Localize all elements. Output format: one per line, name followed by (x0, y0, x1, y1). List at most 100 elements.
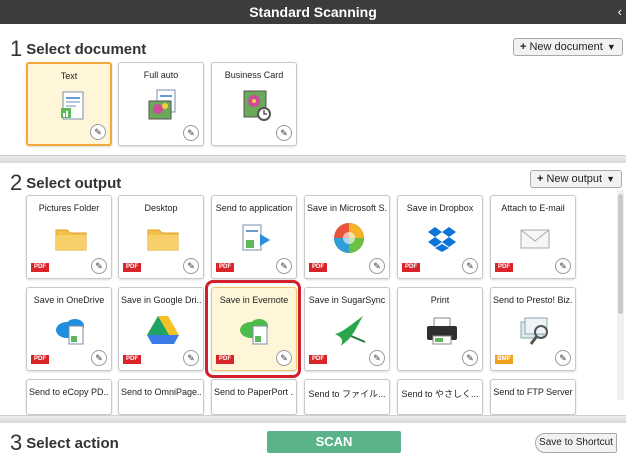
scrollbar-thumb[interactable] (618, 194, 623, 314)
output-card-send-to-application[interactable]: Send to application PDF ✎ (211, 195, 297, 279)
output-card-send-to-presto[interactable]: Send to Presto! Biz... BMP ✎ (490, 287, 576, 371)
card-label: Business Card (224, 70, 284, 80)
edit-pencil-icon[interactable]: ✎ (90, 124, 106, 140)
output-scrollbar[interactable] (617, 190, 624, 400)
card-label: Send to ファイル... (308, 389, 386, 399)
pdf-badge: PDF (31, 355, 49, 364)
section-number: 1 (10, 36, 23, 61)
edit-pencil-icon[interactable]: ✎ (183, 258, 199, 274)
card-label: Save in Dropbox (406, 203, 474, 213)
output-card-desktop[interactable]: Desktop PDF ✎ (118, 195, 204, 279)
edit-pencil-icon[interactable]: ✎ (555, 258, 571, 274)
section-divider (0, 155, 626, 163)
pdf-badge: PDF (495, 263, 513, 272)
google-drive-icon (147, 316, 179, 344)
text-document-icon (61, 91, 84, 120)
title-bar: Standard Scanning ‹ (0, 0, 626, 24)
collapse-icon[interactable]: ‹ (618, 0, 622, 24)
pdf-badge: PDF (309, 355, 327, 364)
dropdown-arrow-icon: ▼ (606, 42, 616, 52)
section-divider (0, 415, 626, 423)
output-card-send-to-file[interactable]: Send to ファイル... (304, 379, 390, 415)
section-select-action: 3 Select action (10, 430, 119, 456)
output-card-save-in-dropbox[interactable]: Save in Dropbox PDF ✎ (397, 195, 483, 279)
edit-pencil-icon[interactable]: ✎ (91, 258, 107, 274)
card-label: Send to やさしく... (401, 389, 479, 399)
plus-icon: + (537, 173, 544, 185)
section-number: 3 (10, 430, 23, 455)
section-label: Select document (26, 41, 147, 58)
edit-pencil-icon[interactable]: ✎ (183, 125, 199, 141)
email-envelope-icon (520, 229, 550, 249)
output-card-send-to-ftp-server[interactable]: Send to FTP Server (490, 379, 576, 415)
new-output-button[interactable]: + New output ▼ (530, 170, 623, 188)
scan-button[interactable]: SCAN (267, 431, 401, 453)
pdf-badge: PDF (123, 355, 141, 364)
section-label: Select output (26, 175, 122, 192)
sharepoint-icon (334, 223, 364, 253)
card-label: Save in Google Dri... (121, 295, 201, 305)
pdf-badge: PDF (309, 263, 327, 272)
presto-bizcard-icon (520, 317, 548, 345)
card-label: Save in OneDrive (33, 295, 105, 305)
pdf-badge: PDF (31, 263, 49, 272)
onedrive-icon (56, 319, 84, 345)
pdf-badge: PDF (216, 263, 234, 272)
output-card-save-in-sugarsync[interactable]: Save in SugarSync PDF ✎ (304, 287, 390, 371)
document-card-business-card[interactable]: Business Card ✎ (211, 62, 297, 146)
card-label: Pictures Folder (38, 203, 100, 213)
card-label: Send to Presto! Biz... (493, 295, 573, 305)
output-card-send-to-paperport[interactable]: Send to PaperPort ... (211, 379, 297, 415)
highlight-frame (205, 280, 301, 378)
new-output-label: New output (546, 173, 603, 185)
sugarsync-hummingbird-icon (335, 316, 366, 346)
new-document-button[interactable]: + New document ▼ (513, 38, 623, 56)
plus-icon: + (520, 41, 527, 53)
card-label: Send to OmniPage... (121, 387, 201, 397)
output-card-save-in-microsoft-sharepoint[interactable]: Save in Microsoft S... PDF ✎ (304, 195, 390, 279)
pdf-badge: PDF (402, 263, 420, 272)
edit-pencil-icon[interactable]: ✎ (91, 350, 107, 366)
card-label: Print (430, 295, 450, 305)
printer-icon (427, 317, 457, 345)
section-select-output: 2 Select output (10, 170, 121, 196)
edit-pencil-icon[interactable]: ✎ (462, 350, 478, 366)
edit-pencil-icon[interactable]: ✎ (555, 350, 571, 366)
output-card-save-in-onedrive[interactable]: Save in OneDrive PDF ✎ (26, 287, 112, 371)
edit-pencil-icon[interactable]: ✎ (369, 258, 385, 274)
output-card-attach-to-email[interactable]: Attach to E-mail PDF ✎ (490, 195, 576, 279)
save-to-shortcut-button[interactable]: Save to Shortcut (535, 433, 617, 453)
output-card-save-in-google-drive[interactable]: Save in Google Dri... PDF ✎ (118, 287, 204, 371)
edit-pencil-icon[interactable]: ✎ (369, 350, 385, 366)
card-label: Send to FTP Server (493, 387, 573, 397)
folder-icon (55, 229, 87, 251)
card-label: Full auto (143, 70, 179, 80)
output-card-send-to-omnipage[interactable]: Send to OmniPage... (118, 379, 204, 415)
card-label: Save in SugarSync (308, 295, 386, 305)
section-select-document: 1 Select document (10, 36, 146, 62)
section-label: Select action (26, 435, 119, 452)
card-label: Text (60, 71, 78, 81)
dropbox-icon (428, 227, 456, 252)
output-card-pictures-folder[interactable]: Pictures Folder PDF ✎ (26, 195, 112, 279)
output-card-send-to-ecopy[interactable]: Send to eCopy PD... (26, 379, 112, 415)
output-card-send-to-yasashiku[interactable]: Send to やさしく... (397, 379, 483, 415)
card-label: Send to application (215, 203, 293, 213)
output-card-print[interactable]: Print ✎ (397, 287, 483, 371)
window-title: Standard Scanning (249, 4, 377, 20)
new-document-label: New document (529, 41, 603, 53)
edit-pencil-icon[interactable]: ✎ (276, 258, 292, 274)
pdf-badge: PDF (123, 263, 141, 272)
card-label: Send to PaperPort ... (214, 387, 294, 397)
full-auto-icon (148, 89, 176, 120)
document-card-text[interactable]: Text ✎ (26, 62, 112, 146)
edit-pencil-icon[interactable]: ✎ (276, 125, 292, 141)
edit-pencil-icon[interactable]: ✎ (183, 350, 199, 366)
document-card-full-auto[interactable]: Full auto ✎ (118, 62, 204, 146)
bmp-badge: BMP (495, 355, 513, 364)
send-to-application-icon (242, 224, 270, 251)
section-number: 2 (10, 170, 23, 195)
edit-pencil-icon[interactable]: ✎ (462, 258, 478, 274)
dropdown-arrow-icon: ▼ (606, 174, 616, 184)
folder-icon (147, 229, 179, 251)
